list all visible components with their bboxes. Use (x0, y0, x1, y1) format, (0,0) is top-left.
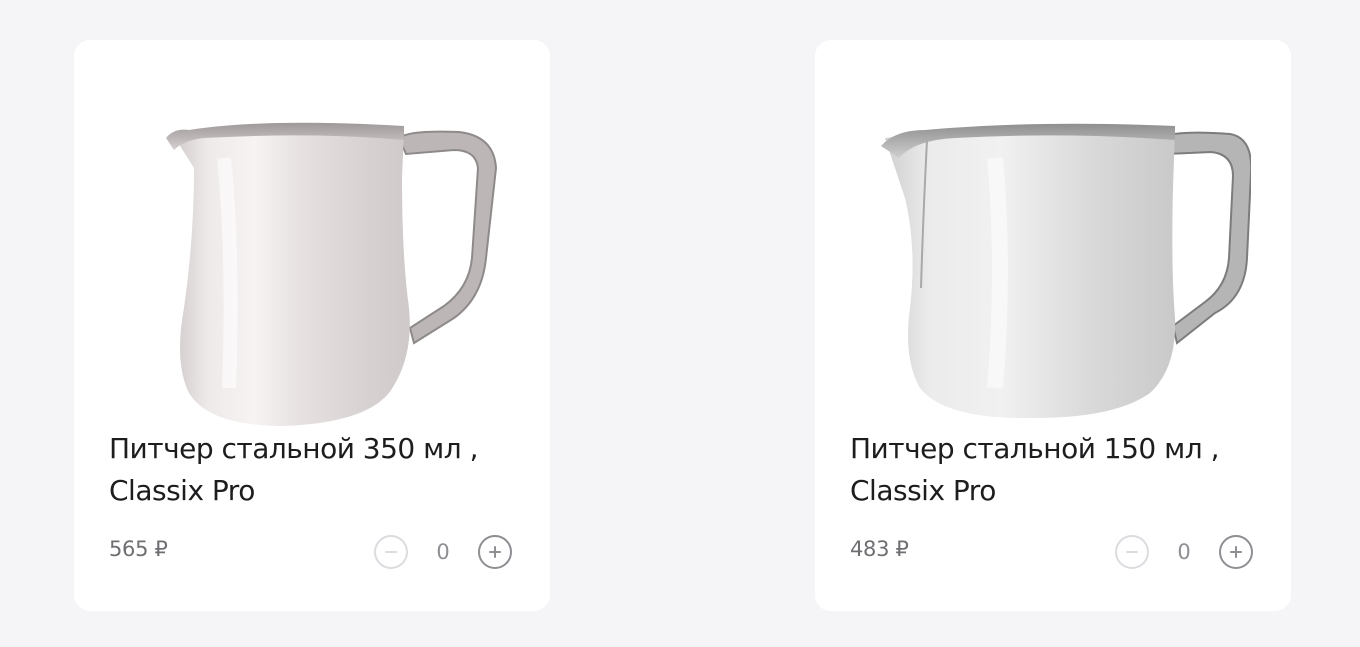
product-price: 565 ₽ (109, 537, 168, 561)
increase-quantity-button[interactable] (478, 535, 512, 569)
milk-pitcher-image (166, 122, 498, 427)
product-card[interactable]: Питчер стальной 150 мл , Classix Pro 483… (815, 40, 1291, 611)
product-title[interactable]: Питчер стальной 150 мл , Classix Pro (850, 428, 1260, 512)
quantity-stepper: 0 (1115, 534, 1253, 570)
minus-icon (1126, 551, 1138, 553)
product-grid: Питчер стальной 350 мл , Classix Pro 565… (0, 0, 1360, 647)
plus-icon (1230, 546, 1242, 558)
quantity-value: 0 (436, 540, 450, 564)
product-price: 483 ₽ (850, 537, 909, 561)
decrease-quantity-button[interactable] (374, 535, 408, 569)
milk-pitcher-image (881, 123, 1251, 419)
product-card[interactable]: Питчер стальной 350 мл , Classix Pro 565… (74, 40, 550, 611)
plus-icon (489, 546, 501, 558)
quantity-stepper: 0 (374, 534, 512, 570)
decrease-quantity-button[interactable] (1115, 535, 1149, 569)
product-title[interactable]: Питчер стальной 350 мл , Classix Pro (109, 428, 519, 512)
product-image[interactable] (114, 58, 510, 428)
increase-quantity-button[interactable] (1219, 535, 1253, 569)
minus-icon (385, 551, 397, 553)
product-image[interactable] (855, 58, 1251, 428)
quantity-value: 0 (1177, 540, 1191, 564)
